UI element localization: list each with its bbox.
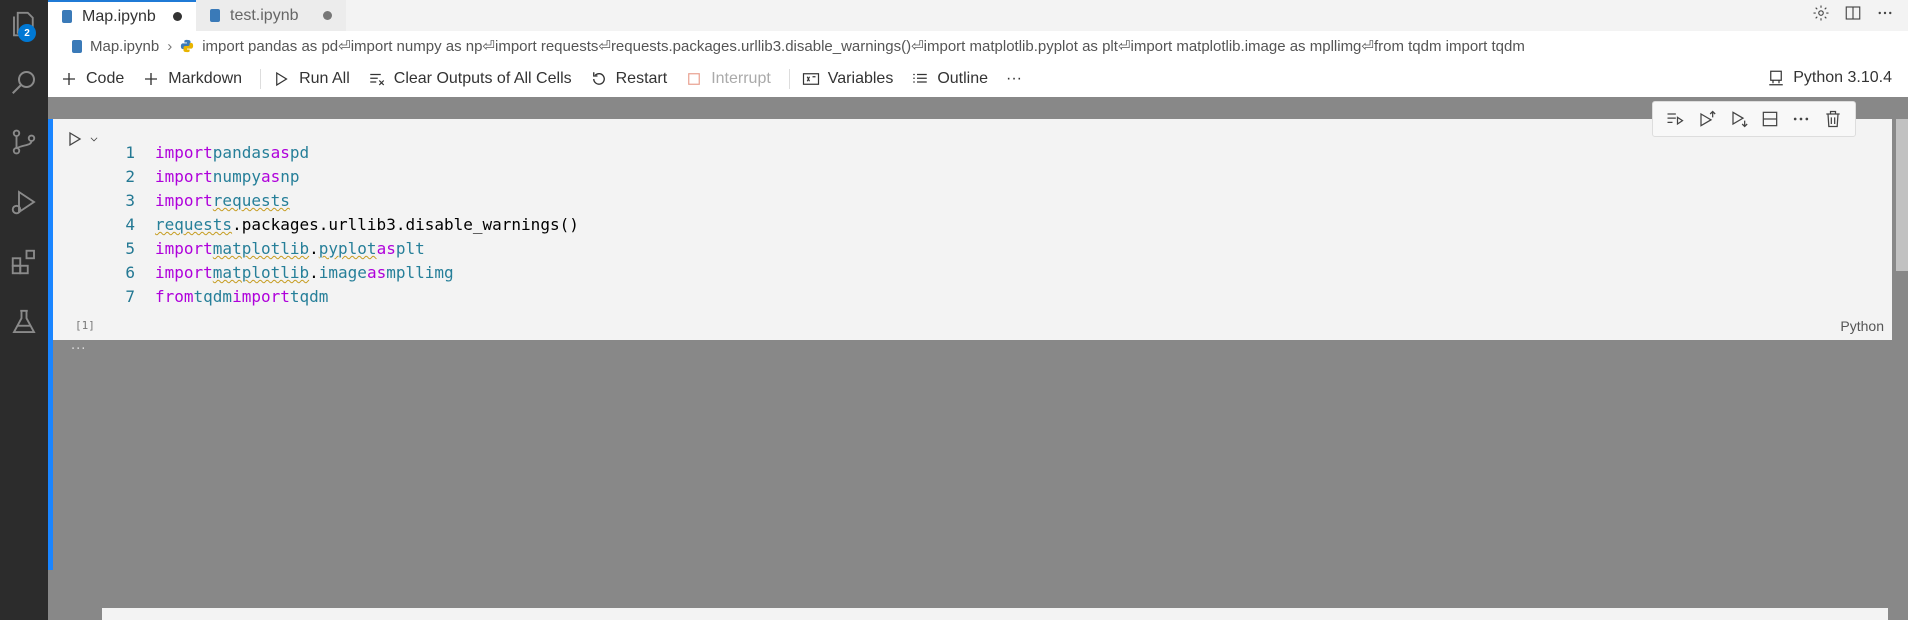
delete-cell-icon[interactable] [1823, 109, 1843, 129]
toolbar-divider [788, 69, 790, 89]
run-cell-icon[interactable] [67, 131, 83, 147]
run-below-icon[interactable] [1728, 109, 1748, 129]
add-code-cell-button[interactable]: Code [60, 70, 124, 88]
variables-label: Variables [827, 70, 894, 87]
testing-icon[interactable] [0, 298, 48, 346]
notebook-toolbar: Code Markdown Run All Clear Outputs of A… [48, 61, 1908, 97]
cell-output: ··· [48, 340, 1908, 570]
kernel-label: Python 3.10.4 [1793, 69, 1892, 86]
run-all-label: Run All [299, 70, 350, 87]
chevron-right-icon: › [167, 37, 173, 55]
tab-map-ipynb[interactable]: Map.ipynb [48, 0, 196, 31]
toolbar-more-button[interactable]: ··· [1006, 70, 1022, 88]
stop-icon [688, 73, 701, 85]
editor-actions [1812, 4, 1894, 22]
code-cell[interactable]: 1 import pandas as pd 2 import numpy as np… [48, 119, 1892, 340]
run-all-button[interactable]: Run All [273, 70, 350, 88]
output-collapsed-indicator[interactable]: ··· [71, 342, 86, 357]
kernel-picker[interactable]: Python 3.10.4 [1767, 69, 1892, 87]
plus-icon [145, 73, 158, 85]
add-markdown-label: Markdown [168, 70, 243, 87]
activity-bar: 2 [0, 0, 48, 620]
code-line: 1 import pandas as pd [125, 143, 310, 162]
clear-outputs-label: Clear Outputs of All Cells [393, 70, 572, 87]
breadcrumb-file[interactable]: Map.ipynb [90, 38, 159, 55]
tab-label: Map.ipynb [82, 7, 156, 25]
code-line: 7 from tqdm import tqdm [125, 287, 329, 306]
extensions-icon[interactable] [0, 238, 48, 286]
outline-list-icon [913, 73, 928, 83]
add-code-label: Code [86, 70, 125, 87]
explorer-badge: 2 [18, 24, 36, 42]
notebook-icon [210, 9, 220, 22]
split-cell-icon[interactable] [1760, 109, 1780, 129]
add-markdown-cell-button[interactable]: Markdown [142, 70, 242, 88]
restart-icon [592, 72, 605, 85]
restart-label: Restart [615, 70, 668, 87]
execution-count: [1] [75, 319, 95, 332]
toolbar-divider [260, 69, 262, 89]
plus-icon [63, 73, 75, 85]
code-line: 5 import matplotlib. pyplot as plt [125, 239, 425, 258]
chevron-down-icon[interactable] [89, 134, 99, 144]
cell-toolbar [1652, 101, 1856, 137]
tab-bar: Map.ipynb test.ipynb [48, 0, 1908, 31]
unsaved-dot-icon[interactable] [323, 11, 332, 20]
outline-label: Outline [937, 70, 989, 87]
restart-button[interactable]: Restart [590, 70, 668, 88]
interrupt-label: Interrupt [711, 70, 771, 87]
next-cell[interactable] [102, 608, 1888, 620]
tab-label: test.ipynb [230, 6, 299, 24]
code-line: 6 import matplotlib. image as mpllimg [125, 263, 454, 282]
variables-icon [802, 73, 819, 85]
interrupt-button[interactable]: Interrupt [685, 70, 771, 88]
run-above-icon[interactable] [1696, 109, 1717, 129]
split-editor-icon[interactable] [1844, 4, 1862, 22]
execute-above-icon[interactable] [1665, 109, 1685, 129]
code-editor[interactable]: 1 import pandas as pd 2 import numpy as np… [111, 141, 579, 309]
more-label: ··· [1006, 70, 1022, 87]
more-actions-icon[interactable] [1791, 109, 1811, 129]
cell-language-indicator[interactable]: Python [1840, 318, 1884, 334]
more-actions-icon[interactable] [1876, 4, 1894, 22]
breadcrumb: Map.ipynb › import pandas as pd⏎import n… [48, 31, 1908, 61]
outline-button[interactable]: Outline [911, 70, 988, 88]
notebook-icon [72, 39, 82, 53]
unsaved-dot-icon[interactable] [173, 12, 182, 21]
breadcrumb-cell[interactable]: import pandas as pd⏎import numpy as np⏎i… [202, 37, 1525, 55]
notebook-icon [62, 10, 72, 23]
clear-all-icon [370, 73, 384, 86]
scrollbar-thumb[interactable] [1896, 119, 1908, 271]
python-icon [181, 39, 194, 53]
cell-run-controls [67, 131, 99, 147]
code-line: 2 import numpy as np [125, 167, 300, 186]
explorer-icon[interactable]: 2 [0, 0, 48, 48]
code-line: 3 import requests [125, 191, 290, 210]
variables-button[interactable]: Variables [802, 70, 894, 88]
source-control-icon[interactable] [0, 118, 48, 166]
tab-test-ipynb[interactable]: test.ipynb [196, 0, 346, 31]
settings-gear-icon[interactable] [1812, 4, 1830, 22]
search-icon[interactable] [0, 58, 48, 106]
kernel-icon [1769, 70, 1783, 86]
run-debug-icon[interactable] [0, 178, 48, 226]
clear-outputs-button[interactable]: Clear Outputs of All Cells [368, 70, 572, 88]
code-line: 4 requests .packages.urllib3.disable_warni… [125, 215, 579, 234]
cell-gap [48, 97, 1908, 119]
run-all-icon [276, 71, 288, 87]
